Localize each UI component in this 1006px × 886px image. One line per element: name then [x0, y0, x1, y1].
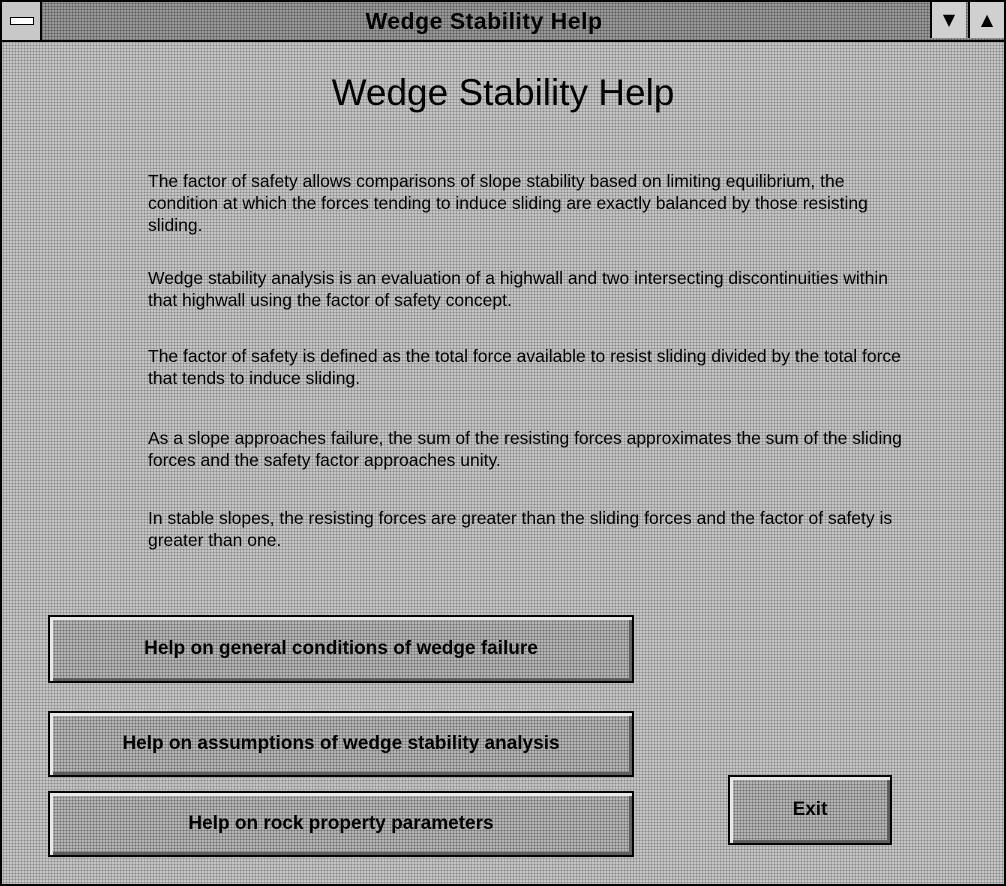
paragraph-stable-slopes: In stable slopes, the resisting forces a…	[148, 508, 893, 550]
page-title: Wedge Stability Help	[331, 72, 675, 113]
system-menu-button[interactable]	[2, 2, 42, 40]
exit-label: Exit	[792, 799, 828, 820]
triangle-up-icon: ▲	[980, 10, 994, 29]
paragraph-failure: As a slope approaches failure, the sum o…	[148, 428, 902, 470]
paragraph-definition: The factor of safety is defined as the t…	[148, 346, 901, 388]
system-menu-icon	[10, 17, 34, 25]
triangle-down-icon: ▼	[942, 10, 956, 29]
assumptions-label: Help on assumptions of wedge stability a…	[122, 733, 560, 754]
assumptions-button[interactable]: Help on assumptions of wedge stability a…	[48, 711, 634, 777]
help-window: Wedge Stability Help ▼ ▲ Wedge Stability…	[0, 0, 1006, 886]
paragraph-wedge-analysis: Wedge stability analysis is an evaluatio…	[148, 268, 888, 310]
exit-button[interactable]: Exit	[728, 775, 892, 845]
paragraph-factor-of-safety: The factor of safety allows comparisons …	[148, 171, 868, 235]
rock-property-button[interactable]: Help on rock property parameters	[48, 791, 634, 857]
window-title: Wedge Stability Help	[365, 8, 603, 34]
title-bar[interactable]: Wedge Stability Help ▼ ▲	[2, 2, 1004, 42]
general-conditions-label: Help on general conditions of wedge fail…	[144, 638, 538, 659]
general-conditions-button[interactable]: Help on general conditions of wedge fail…	[48, 615, 634, 683]
rock-property-label: Help on rock property parameters	[188, 813, 494, 834]
minimize-button[interactable]: ▼	[930, 2, 966, 38]
maximize-button[interactable]: ▲	[968, 2, 1004, 38]
